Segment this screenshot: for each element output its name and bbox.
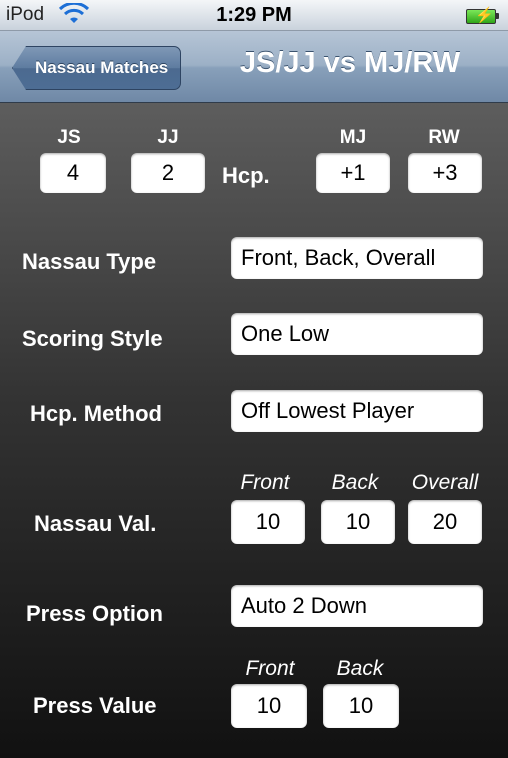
back-button[interactable]: Nassau Matches [12, 46, 182, 90]
nassau-val-overall-field[interactable]: 20 [408, 500, 482, 544]
press-value-back-field[interactable]: 10 [323, 684, 399, 728]
scoring-style-field[interactable]: One Low [231, 313, 483, 355]
hcp-field-mj[interactable]: +1 [316, 153, 390, 193]
match-settings-panel: JS JJ MJ RW 4 2 Hcp. +1 +3 Nassau Type F… [0, 103, 508, 758]
hcp-method-field[interactable]: Off Lowest Player [231, 390, 483, 432]
status-time: 1:29 PM [216, 4, 292, 26]
press-value-header-back: Back [336, 657, 384, 680]
player-initials-jj: JJ [157, 127, 179, 148]
status-bar: iPod 1:29 PM ⚡ [0, 0, 508, 31]
hcp-field-js[interactable]: 4 [40, 153, 106, 193]
press-option-label: Press Option [26, 601, 163, 626]
hcp-label: Hcp. [222, 163, 270, 188]
player-initials-mj: MJ [339, 127, 367, 148]
nassau-type-field[interactable]: Front, Back, Overall [231, 237, 483, 279]
press-value-label: Press Value [33, 693, 157, 718]
hcp-method-label: Hcp. Method [30, 401, 162, 426]
press-option-field[interactable]: Auto 2 Down [231, 585, 483, 627]
hcp-field-jj[interactable]: 2 [131, 153, 205, 193]
player-initials-rw: RW [428, 127, 460, 148]
nassau-val-header-front: Front [240, 471, 290, 494]
app-screen: iPod 1:29 PM ⚡ Nassau Matches JS/JJ vs M… [0, 0, 508, 758]
press-value-front-field[interactable]: 10 [231, 684, 307, 728]
navigation-bar: Nassau Matches JS/JJ vs MJ/RW [0, 31, 508, 103]
player-initials-js: JS [57, 127, 81, 148]
page-title: JS/JJ vs MJ/RW [239, 47, 461, 79]
nassau-val-header-overall: Overall [411, 471, 479, 494]
nassau-val-back-field[interactable]: 10 [321, 500, 395, 544]
nassau-val-header-back: Back [331, 471, 379, 494]
nassau-val-label: Nassau Val. [34, 511, 157, 536]
nassau-type-label: Nassau Type [22, 249, 157, 274]
scoring-style-label: Scoring Style [22, 326, 163, 351]
battery-charging-icon: ⚡ [466, 7, 499, 24]
press-value-header-front: Front [245, 657, 295, 680]
hcp-field-rw[interactable]: +3 [408, 153, 482, 193]
nassau-val-front-field[interactable]: 10 [231, 500, 305, 544]
